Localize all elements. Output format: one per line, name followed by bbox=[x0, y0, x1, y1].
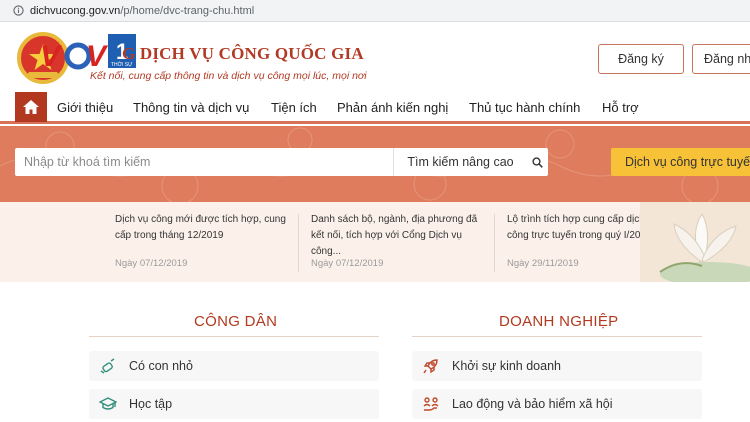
site-title[interactable]: G DỊCH VỤ CÔNG QUỐC GIA bbox=[122, 44, 364, 64]
nav-item-gioi-thieu[interactable]: Giới thiệu bbox=[57, 100, 113, 115]
svg-text:V: V bbox=[86, 40, 109, 73]
card-label: Có con nhỏ bbox=[129, 359, 193, 373]
nav-item-ho-tro[interactable]: Hỗ trợ bbox=[602, 100, 639, 115]
news-date: Ngày 07/12/2019 bbox=[115, 258, 188, 269]
nav-item-thu-tuc-hanh-chinh[interactable]: Thủ tục hành chính bbox=[469, 100, 580, 115]
url-path: /p/home/dvc-trang-chu.html bbox=[120, 4, 255, 17]
nav-item-thong-tin-dich-vu[interactable]: Thông tin và dịch vụ bbox=[133, 100, 249, 115]
graduation-cap-icon bbox=[99, 397, 117, 410]
search-icon bbox=[532, 156, 543, 168]
card-label: Khởi sự kinh doanh bbox=[452, 359, 561, 373]
search-input[interactable] bbox=[15, 148, 393, 176]
business-section-title: DOANH NGHIỆP bbox=[499, 313, 619, 330]
news-title[interactable]: Dịch vụ công mới được tích hợp, cung cấp… bbox=[115, 212, 287, 244]
browser-address-bar[interactable]: dichvucong.gov.vn/p/home/dvc-trang-chu.h… bbox=[0, 0, 750, 22]
news-item[interactable]: Danh sách bộ, ngành, địa phương đã kết n… bbox=[311, 212, 483, 274]
svg-text:V: V bbox=[40, 40, 63, 73]
hero-search-band: Tìm kiếm nâng cao Dịch vụ công trực tuyế… bbox=[0, 126, 750, 202]
card-co-con-nho[interactable]: Có con nhỏ bbox=[89, 351, 379, 381]
site-header: V V 1 THỜI SỰ G DỊCH VỤ CÔNG QUỐC GIA Kế… bbox=[0, 22, 750, 92]
online-services-button[interactable]: Dịch vụ công trực tuyến bbox=[611, 148, 750, 176]
lotus-decoration-icon bbox=[640, 202, 750, 282]
info-icon[interactable] bbox=[13, 5, 24, 16]
nav-item-phan-anh-kien-nghi[interactable]: Phản ánh kiến nghị bbox=[337, 100, 448, 115]
news-date: Ngày 29/11/2019 bbox=[507, 258, 579, 269]
card-khoi-su-kinh-doanh[interactable]: Khởi sự kinh doanh bbox=[412, 351, 702, 381]
card-label: Học tập bbox=[129, 397, 173, 411]
citizen-section-rule bbox=[89, 336, 379, 337]
card-hoc-tap[interactable]: Học tập bbox=[89, 389, 379, 419]
business-section-rule bbox=[412, 336, 702, 337]
news-divider bbox=[494, 214, 495, 272]
site-slogan: Kết nối, cung cấp thông tin và dịch vụ c… bbox=[90, 70, 367, 82]
card-label: Lao động và bảo hiểm xã hội bbox=[452, 397, 613, 411]
people-hand-icon bbox=[423, 397, 439, 411]
search-box: Tìm kiếm nâng cao bbox=[15, 148, 548, 176]
card-lao-dong-bao-hiem[interactable]: Lao động và bảo hiểm xã hội bbox=[412, 389, 702, 419]
login-button[interactable]: Đăng nhập bbox=[692, 44, 750, 74]
citizen-section-title: CÔNG DÂN bbox=[194, 313, 278, 330]
url-host: dichvucong.gov.vn bbox=[30, 4, 121, 17]
register-button[interactable]: Đăng ký bbox=[598, 44, 684, 74]
news-item[interactable]: Dịch vụ công mới được tích hợp, cung cấp… bbox=[115, 212, 287, 274]
news-band: Dịch vụ công mới được tích hợp, cung cấp… bbox=[0, 202, 750, 282]
nav-item-tien-ich[interactable]: Tiện ích bbox=[271, 100, 317, 115]
search-button[interactable] bbox=[527, 148, 548, 176]
home-icon bbox=[23, 100, 39, 114]
news-title[interactable]: Danh sách bộ, ngành, địa phương đã kết n… bbox=[311, 212, 483, 260]
baby-bottle-icon bbox=[100, 358, 115, 374]
news-divider bbox=[298, 214, 299, 272]
news-date: Ngày 07/12/2019 bbox=[311, 258, 384, 269]
advanced-search-button[interactable]: Tìm kiếm nâng cao bbox=[393, 148, 527, 176]
nav-home-button[interactable] bbox=[15, 92, 47, 122]
rocket-icon bbox=[423, 359, 438, 374]
main-nav: Giới thiệu Thông tin và dịch vụ Tiện ích… bbox=[0, 92, 750, 124]
